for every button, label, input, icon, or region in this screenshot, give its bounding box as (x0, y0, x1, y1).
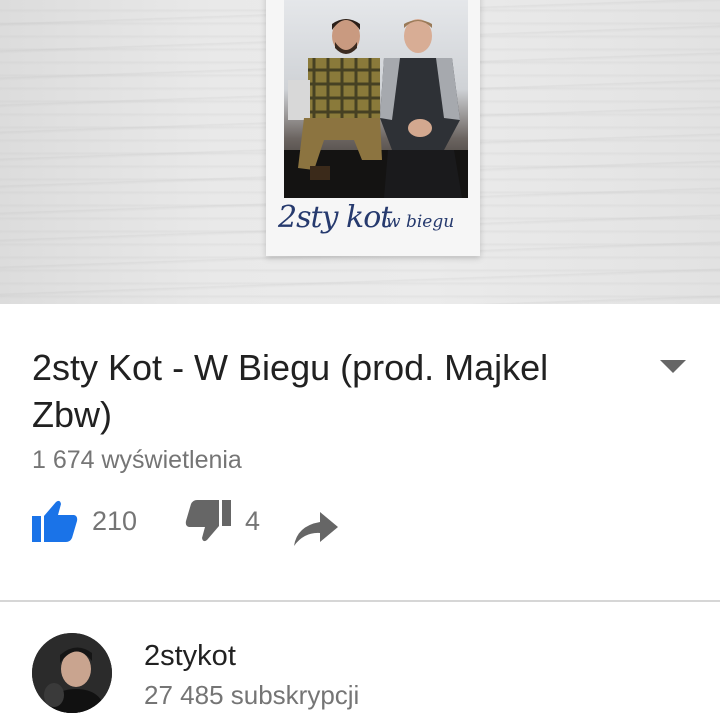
like-count: 210 (92, 505, 138, 536)
photo-caption-main: 2sty kot (278, 200, 392, 235)
dislike-count: 4 (245, 505, 261, 536)
video-thumbnail[interactable]: 2sty kot w biegu (0, 0, 720, 304)
video-title: 2sty Kot - W Biegu (prod. Majkel Zbw) (32, 347, 549, 435)
share-arrow-icon (294, 512, 338, 546)
view-count: 1 674 wyświetlenia (32, 446, 242, 474)
subscriber-count: 27 485 subskrypcji (144, 680, 360, 710)
action-bar: 210 4 (0, 500, 720, 560)
channel-name[interactable]: 2stykot (144, 640, 236, 673)
caret-down-icon (660, 360, 686, 373)
photo-caption-sub: w biegu (386, 212, 455, 232)
thumb-down-icon (185, 500, 231, 542)
thumb-up-icon (32, 500, 78, 542)
expand-description-button[interactable] (658, 356, 688, 378)
like-button[interactable]: 210 (32, 500, 137, 542)
section-divider (0, 600, 720, 602)
photo-image (284, 0, 468, 198)
dislike-button[interactable]: 4 (185, 500, 260, 542)
channel-avatar[interactable] (32, 633, 112, 713)
share-button[interactable] (294, 512, 338, 546)
